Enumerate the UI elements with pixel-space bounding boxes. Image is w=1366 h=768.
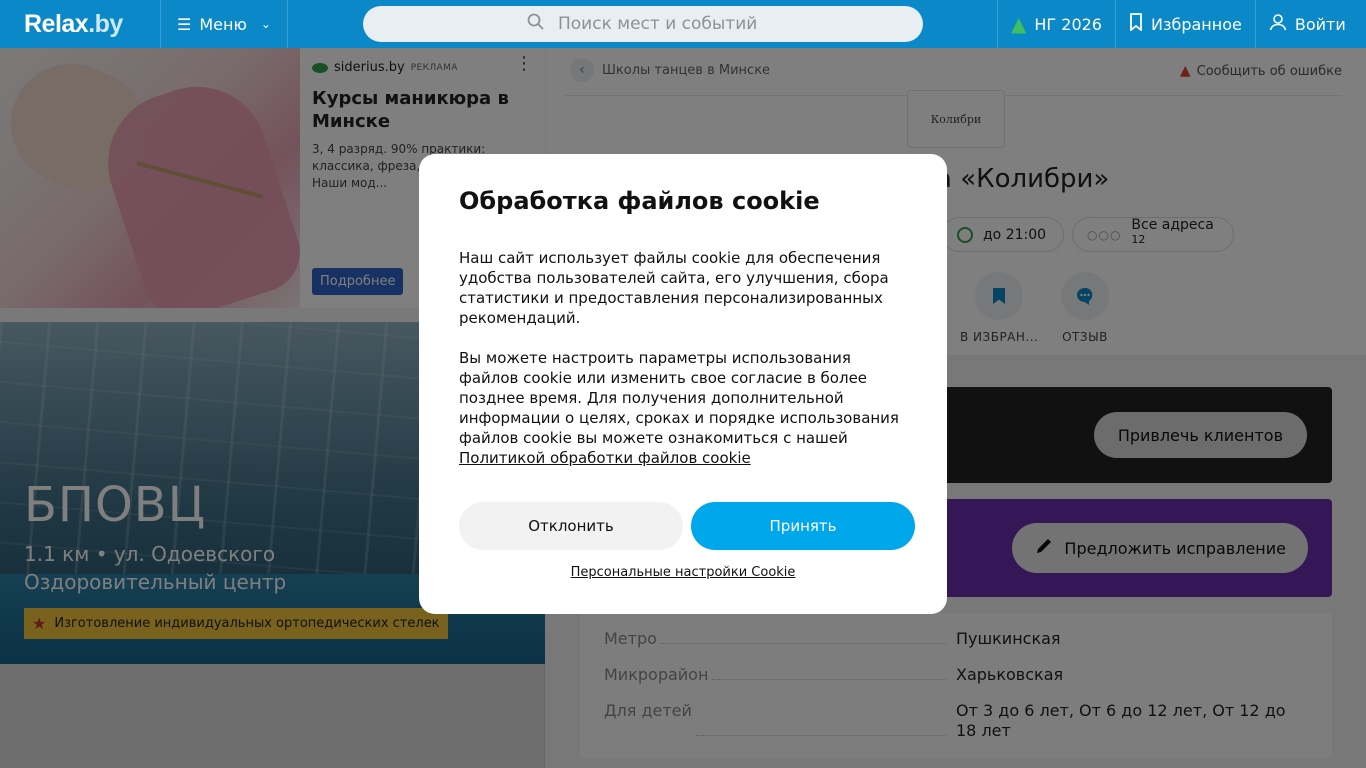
chevron-down-icon: ⌄ bbox=[260, 17, 271, 31]
cookie-paragraph-2-text: Вы можете настроить параметры использова… bbox=[459, 349, 899, 447]
cookie-dialog: Обработка файлов cookie Наш сайт использ… bbox=[419, 154, 947, 614]
top-header: Relax .by ☰ Меню ⌄ Поиск мест и событий ▲… bbox=[0, 0, 1366, 48]
menu-button[interactable]: ☰ Меню ⌄ bbox=[160, 0, 288, 48]
logo-text: Relax bbox=[24, 9, 89, 38]
login-label: Войти bbox=[1294, 14, 1346, 34]
favorites-link[interactable]: Избранное bbox=[1114, 0, 1255, 48]
cookie-paragraph-1: Наш сайт использует файлы cookie для обе… bbox=[459, 249, 889, 327]
hamburger-icon: ☰ bbox=[177, 14, 192, 34]
cookie-title: Обработка файлов cookie bbox=[459, 187, 820, 215]
ng-link[interactable]: ▲ НГ 2026 bbox=[997, 0, 1115, 48]
bookmark-icon bbox=[1129, 13, 1143, 35]
accept-button[interactable]: Принять bbox=[691, 502, 915, 550]
logo-suffix: .by bbox=[88, 9, 123, 38]
decline-button[interactable]: Отклонить bbox=[459, 502, 683, 550]
cookie-policy-link[interactable]: Политикой обработки файлов cookie bbox=[459, 449, 751, 467]
personal-settings-link[interactable]: Персональные настройки Cookie bbox=[419, 565, 947, 580]
search-input[interactable]: Поиск мест и событий bbox=[363, 6, 923, 42]
header-actions: ▲ НГ 2026 Избранное Войти bbox=[997, 0, 1359, 48]
site-logo[interactable]: Relax .by bbox=[0, 0, 160, 48]
christmas-tree-icon: ▲ bbox=[1011, 12, 1027, 36]
search-icon bbox=[527, 13, 544, 35]
cookie-buttons: Отклонить Принять bbox=[459, 502, 915, 550]
menu-label: Меню bbox=[199, 14, 247, 34]
user-icon bbox=[1269, 13, 1287, 35]
favorites-label: Избранное bbox=[1150, 14, 1242, 34]
login-link[interactable]: Войти bbox=[1254, 0, 1359, 48]
cookie-paragraph-2: Вы можете настроить параметры использова… bbox=[459, 348, 907, 468]
ng-label: НГ 2026 bbox=[1034, 14, 1102, 34]
cookie-text: Наш сайт использует файлы cookie для обе… bbox=[459, 248, 907, 468]
search-placeholder: Поиск мест и событий bbox=[558, 14, 758, 34]
